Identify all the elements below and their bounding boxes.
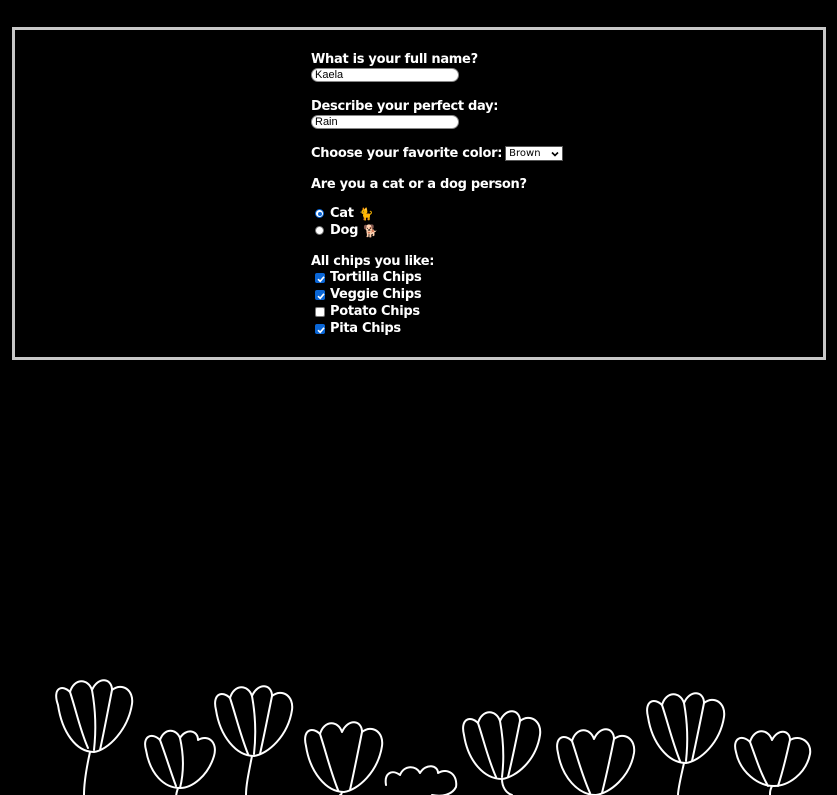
tulip-outline-icon (144, 729, 216, 795)
pet-option-dog[interactable]: Dog 🐕 (311, 222, 611, 239)
cat-label: Cat (330, 206, 354, 221)
dog-label: Dog (330, 223, 359, 238)
tulip-outline-icon (734, 730, 812, 795)
tortilla-checkbox[interactable] (315, 272, 325, 283)
pita-label: Pita Chips (330, 321, 401, 336)
check-icon (317, 326, 325, 333)
chip-option-veggie[interactable]: Veggie Chips (311, 286, 611, 303)
check-icon (317, 275, 325, 282)
full-name-input[interactable] (311, 68, 459, 82)
survey-form: What is your full name? Describe your pe… (311, 52, 611, 337)
color-question-label: Choose your favorite color: (311, 146, 503, 161)
tulip-outline-icon (462, 710, 542, 795)
chip-option-tortilla[interactable]: Tortilla Chips (311, 269, 611, 286)
tulip-footer-illustration (55, 679, 812, 795)
check-icon (317, 292, 325, 299)
tulip-outline-icon (55, 679, 134, 795)
tulip-outline-icon (646, 692, 726, 795)
potato-checkbox[interactable] (315, 306, 325, 317)
tortilla-label: Tortilla Chips (330, 270, 422, 285)
veggie-checkbox[interactable] (315, 289, 325, 300)
day-question-label: Describe your perfect day: (311, 99, 499, 114)
cat-radio[interactable] (315, 209, 324, 218)
chips-question-label: All chips you like: (311, 254, 435, 269)
favorite-color-select[interactable]: Brown (505, 146, 564, 161)
chevron-down-icon (551, 151, 559, 157)
chip-option-potato[interactable]: Potato Chips (311, 303, 611, 320)
tulip-outline-icon (304, 721, 384, 795)
cat-icon: 🐈 (358, 206, 374, 221)
chip-option-pita[interactable]: Pita Chips (311, 320, 611, 337)
tulip-outline-icon (214, 685, 294, 795)
tulip-outline-icon (556, 728, 636, 795)
pet-question-label: Are you a cat or a dog person? (311, 177, 527, 192)
veggie-label: Veggie Chips (330, 287, 422, 302)
pita-checkbox[interactable] (315, 323, 325, 334)
tulip-outline-icon (384, 765, 458, 795)
dog-radio[interactable] (315, 226, 324, 235)
survey-form-panel: What is your full name? Describe your pe… (12, 27, 826, 360)
potato-label: Potato Chips (330, 304, 420, 319)
name-question-label: What is your full name? (311, 52, 478, 67)
perfect-day-input[interactable] (311, 115, 459, 129)
color-row: Choose your favorite color: Brown (311, 146, 611, 161)
dog-icon: 🐕 (363, 223, 378, 238)
color-selected-value: Brown (509, 148, 541, 159)
pet-option-cat[interactable]: Cat 🐈 (311, 205, 611, 222)
